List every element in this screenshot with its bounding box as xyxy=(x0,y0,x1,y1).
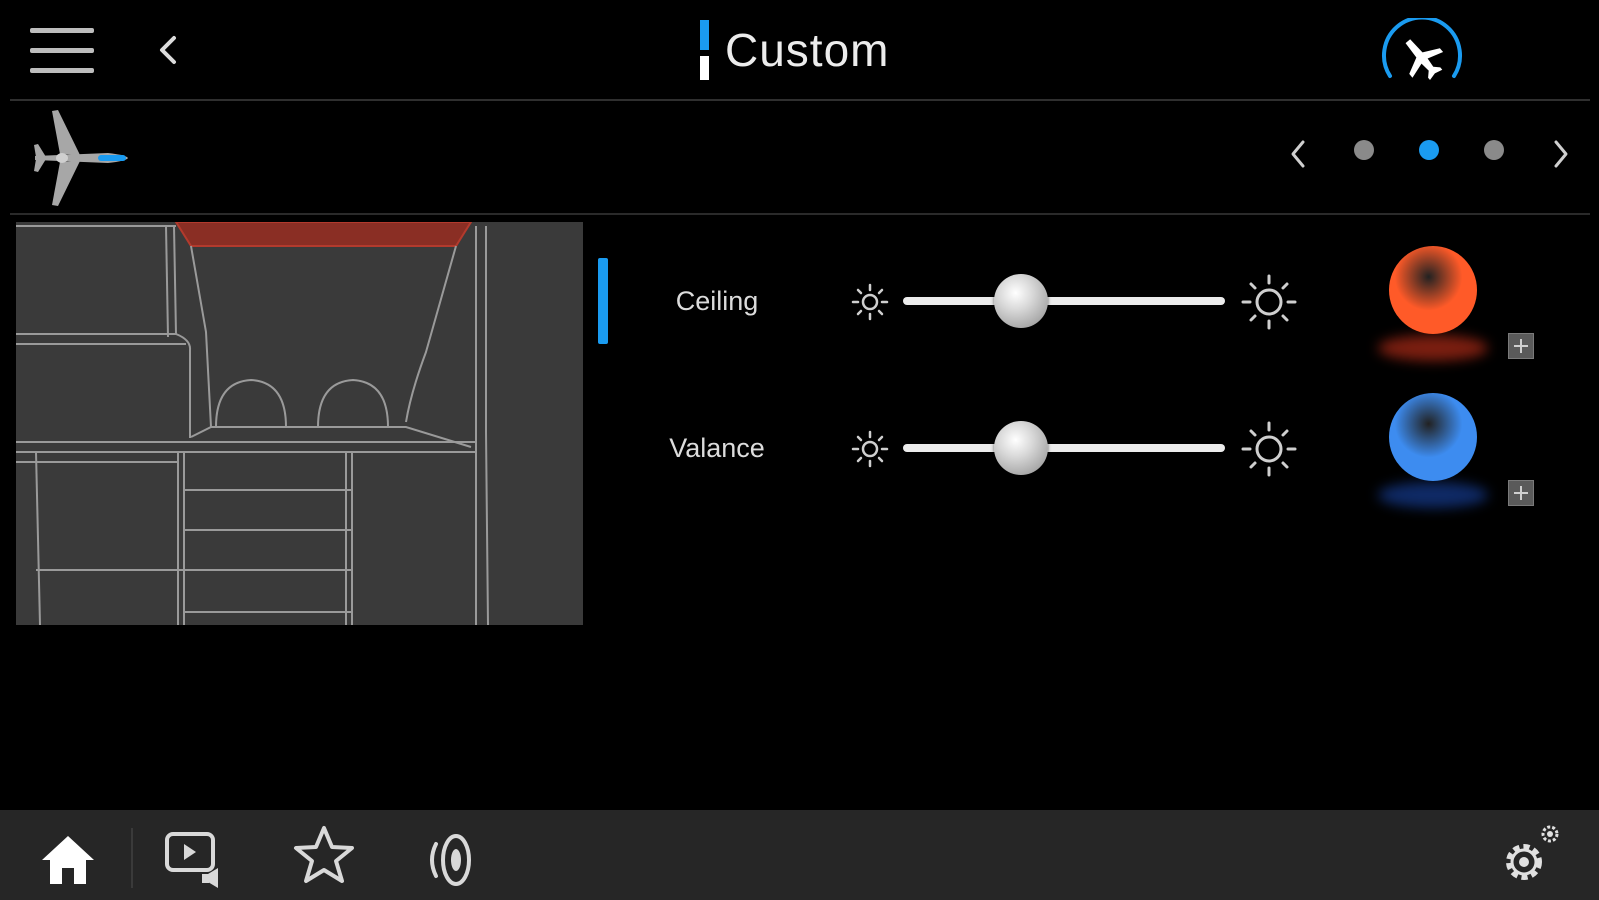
valance-brightness-slider-knob[interactable] xyxy=(994,421,1049,475)
settings-icon[interactable] xyxy=(1500,822,1564,888)
brightness-low-icon xyxy=(851,283,889,321)
valance-color-glow xyxy=(1378,482,1488,508)
next-page-button[interactable] xyxy=(1548,136,1574,172)
chevron-right-icon xyxy=(1554,140,1568,168)
selected-row-indicator xyxy=(598,258,608,344)
ceiling-color-glow xyxy=(1378,335,1488,361)
aircraft-top-view-icon xyxy=(30,108,130,208)
favorites-icon[interactable] xyxy=(292,824,356,886)
aircraft-bar-divider xyxy=(10,213,1590,215)
back-button[interactable] xyxy=(150,30,186,70)
brightness-high-icon xyxy=(1241,274,1297,330)
brightness-high-icon xyxy=(1241,421,1297,477)
ceiling-color-swatch[interactable] xyxy=(1389,246,1477,334)
cabin-preview-image xyxy=(16,221,583,626)
audio-icon[interactable] xyxy=(424,830,488,890)
valance-label: Valance xyxy=(669,433,765,463)
hamburger-menu-icon[interactable] xyxy=(30,26,94,76)
page-title-group: Custom xyxy=(700,20,889,80)
valance-add-button[interactable] xyxy=(1508,480,1534,506)
header-divider xyxy=(10,99,1590,101)
airplane-circle-icon xyxy=(1382,15,1462,80)
previous-page-button[interactable] xyxy=(1285,136,1311,172)
ceiling-add-button[interactable] xyxy=(1508,333,1534,359)
valance-color-swatch[interactable] xyxy=(1389,393,1477,481)
toolbar-divider xyxy=(131,828,133,888)
ceiling-brightness-slider-knob[interactable] xyxy=(994,274,1049,328)
page-dot-1[interactable] xyxy=(1354,140,1374,160)
bottom-toolbar xyxy=(0,810,1599,900)
aircraft-bar xyxy=(10,103,1590,213)
page-dot-3[interactable] xyxy=(1484,140,1504,160)
flight-mode-button[interactable] xyxy=(1378,15,1466,90)
brightness-low-icon xyxy=(851,430,889,468)
title-marker xyxy=(700,20,709,80)
page-dot-2-active[interactable] xyxy=(1419,140,1439,160)
valance-brightness-track[interactable] xyxy=(903,444,1225,452)
ceiling-label: Ceiling xyxy=(675,286,759,316)
home-icon[interactable] xyxy=(38,832,98,888)
chevron-left-icon xyxy=(160,36,176,64)
page-title: Custom xyxy=(725,24,890,76)
media-icon[interactable] xyxy=(164,830,230,890)
ceiling-brightness-track[interactable] xyxy=(903,297,1225,305)
chevron-left-icon xyxy=(1291,140,1305,168)
